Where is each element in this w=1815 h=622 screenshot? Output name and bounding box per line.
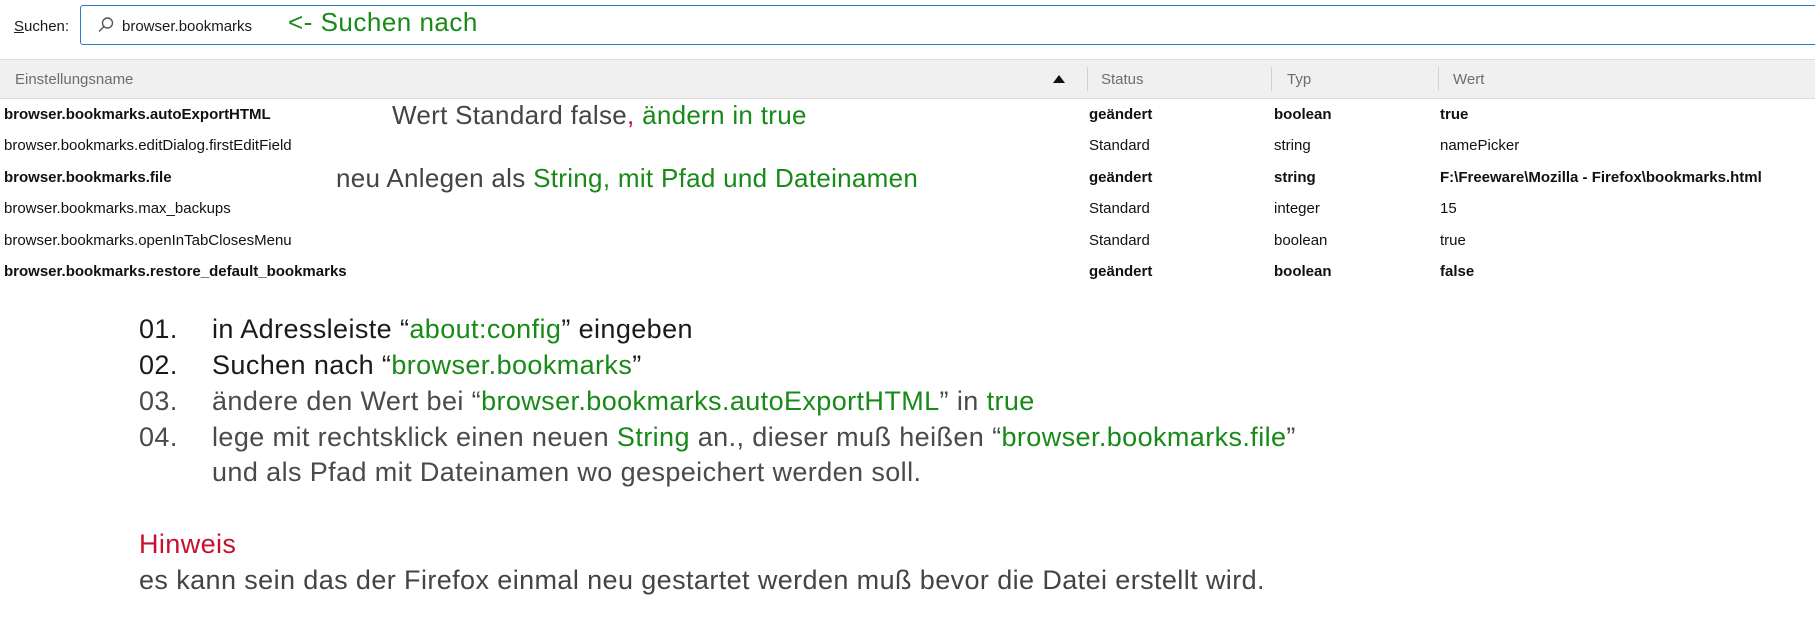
cell-type: string (1274, 169, 1316, 186)
step-text: ” eingeben (561, 314, 693, 344)
row-annotation-file: neu Anlegen als String, mit Pfad und Dat… (336, 163, 918, 194)
annotation-comma: , (627, 100, 643, 130)
step-highlight: String (616, 422, 690, 452)
column-separator[interactable] (1271, 67, 1272, 91)
cell-type: string (1274, 137, 1311, 154)
cell-name: browser.bookmarks.autoExportHTML (4, 106, 271, 123)
step-text: ändere den Wert bei “ (212, 386, 482, 416)
cell-value: 15 (1440, 200, 1457, 217)
annotation-text: neu Anlegen als (336, 163, 534, 193)
annotation-text: Wert Standard false (392, 100, 628, 130)
table-row[interactable]: browser.bookmarks.autoExportHTML geänder… (0, 100, 1815, 131)
column-header-type[interactable]: Typ (1287, 71, 1311, 88)
step-text: in Adressleiste “ (212, 314, 410, 344)
table-row[interactable]: browser.bookmarks.max_backups Standard i… (0, 194, 1815, 225)
search-label-text: uchen: (24, 18, 70, 35)
step-highlight: about:config (409, 314, 562, 344)
cell-name: browser.bookmarks.max_backups (4, 200, 231, 217)
cell-status: Standard (1089, 232, 1150, 249)
table-row[interactable]: browser.bookmarks.openInTabClosesMenu St… (0, 226, 1815, 257)
search-label: Suchen: (14, 18, 69, 35)
cell-name: browser.bookmarks.file (4, 169, 172, 186)
cell-value: true (1440, 232, 1466, 249)
column-separator[interactable] (1087, 67, 1088, 91)
table-header: Einstellungsname Status Typ Wert (0, 59, 1815, 99)
row-annotation-autoexport: Wert Standard false, ändern in true (392, 100, 807, 131)
cell-name: browser.bookmarks.restore_default_bookma… (4, 263, 347, 280)
column-header-name[interactable]: Einstellungsname (15, 71, 133, 88)
cell-value: F:\Freeware\Mozilla - Firefox\bookmarks.… (1440, 169, 1762, 186)
cell-status: geändert (1089, 169, 1153, 186)
search-icon (98, 17, 114, 32)
search-annotation: <- Suchen nach (288, 7, 478, 37)
cell-status: Standard (1089, 200, 1150, 217)
step-text: ” (632, 350, 642, 380)
step-number: 03. (139, 386, 178, 416)
note-title: Hinweis (139, 529, 237, 559)
cell-type: integer (1274, 200, 1320, 217)
cell-status: geändert (1089, 106, 1153, 123)
cell-status: geändert (1089, 263, 1153, 280)
cell-value: true (1440, 106, 1469, 123)
step-highlight: browser.bookmarks.autoExportHTML (481, 386, 940, 416)
cell-type: boolean (1274, 106, 1332, 123)
table-row[interactable]: browser.bookmarks.editDialog.firstEditFi… (0, 131, 1815, 162)
search-label-accelerator: S (14, 18, 25, 35)
cell-value: false (1440, 263, 1475, 280)
column-header-status[interactable]: Status (1101, 71, 1144, 88)
step-text: ” (1286, 422, 1296, 452)
table-row[interactable]: browser.bookmarks.restore_default_bookma… (0, 257, 1815, 288)
step-text: ” in (939, 386, 987, 416)
cell-value: namePicker (1440, 137, 1520, 154)
column-separator[interactable] (1438, 67, 1439, 91)
annotation-highlight: , mit Pfad und Dateinamen (602, 163, 919, 193)
cell-type: boolean (1274, 232, 1328, 249)
cell-name: browser.bookmarks.editDialog.firstEditFi… (4, 137, 292, 154)
step-text: an., dieser muß heißen “ (689, 422, 1002, 452)
cell-name: browser.bookmarks.openInTabClosesMenu (4, 232, 292, 249)
note-text: es kann sein das der Firefox einmal neu … (139, 565, 1265, 595)
annotation-highlight: ändern in true (642, 100, 807, 130)
column-header-value[interactable]: Wert (1453, 71, 1484, 88)
step-text: lege mit rechtsklick einen neuen (212, 422, 617, 452)
search-input-value[interactable]: browser.bookmarks (122, 18, 252, 35)
sort-ascending-icon (1053, 75, 1065, 83)
annotation-highlight: String (533, 163, 603, 193)
step-highlight: true (986, 386, 1035, 416)
step-text: Suchen nach “ (212, 350, 392, 380)
step-number: 04. (139, 422, 178, 452)
cell-type: boolean (1274, 263, 1332, 280)
step-highlight: browser.bookmarks.file (1001, 422, 1287, 452)
step-number: 02. (139, 350, 178, 380)
step-text: und als Pfad mit Dateinamen wo gespeiche… (212, 457, 922, 487)
cell-status: Standard (1089, 137, 1150, 154)
step-highlight: browser.bookmarks (391, 350, 633, 380)
step-number: 01. (139, 314, 178, 344)
